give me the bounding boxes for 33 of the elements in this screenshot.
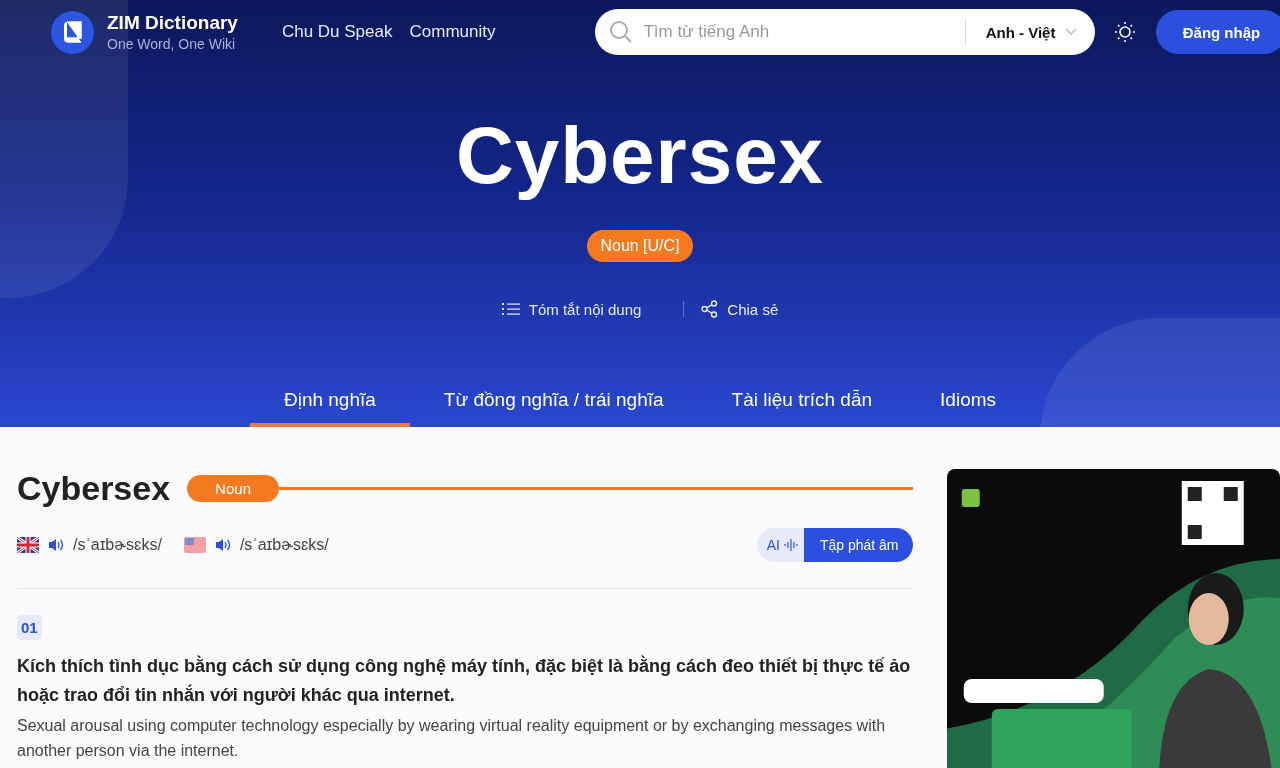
part-of-speech-tag: Noun [187,475,279,502]
waveform-icon [783,539,798,551]
practice-button[interactable]: Tập phát âm [803,528,913,562]
brand-name[interactable]: ZIM Dictionary [107,12,238,34]
search-field[interactable]: Tìm từ tiếng Anh Anh - Việt [595,9,1096,55]
book-logo-icon[interactable] [51,10,94,54]
search-icon [609,20,634,44]
tab[interactable]: Tài liệu trích dẫn [697,389,907,427]
list-icon [501,302,520,316]
sense-number: 01 [17,615,42,640]
tab[interactable]: Idioms [906,389,1031,427]
definition-vietnamese: Kích thích tình dục bằng cách sử dụng công nghệ máy tính, đặc biệt là bằng cách đeo thiết bị thực tế ảo hoặc trao đổi tin nhắn với người khác qua internet. [17,654,912,707]
uk-flag-icon [17,537,39,553]
us-flag-icon [183,537,206,553]
sun-icon[interactable] [1115,22,1136,42]
action-link[interactable]: Tóm tắt nội dung [528,300,642,318]
login-button[interactable]: Đăng nhập [1156,10,1280,54]
speaker-icon[interactable] [48,538,64,552]
part-of-speech-tag: Noun [U/C] [587,230,693,262]
phonetic-text: /sˈaɪbɚsɛks/ [73,536,162,554]
nav-link[interactable]: Community [409,22,496,42]
entry-word: Cybersex [17,469,171,508]
definition-english: Sexual arousal using computer technology especially by wearing virtual reality equipment or by exchanging messages with another person via the internet. [17,716,887,761]
nav-link[interactable]: Chu Du Speak [281,22,393,42]
tab[interactable]: Từ đồng nghĩa / trái nghĩa [409,389,698,427]
ai-label[interactable]: AI [756,528,804,562]
action-link[interactable]: Chia sẻ [727,300,779,318]
speaker-icon[interactable] [214,538,231,552]
phonetic-text: /sˈaɪbɚsɛks/ [239,536,329,554]
language-select[interactable]: Anh - Việt [985,23,1056,41]
share-icon [701,300,719,318]
tab[interactable]: Định nghĩa [249,389,410,427]
brand-tagline: One Word, One Wiki [107,36,237,52]
